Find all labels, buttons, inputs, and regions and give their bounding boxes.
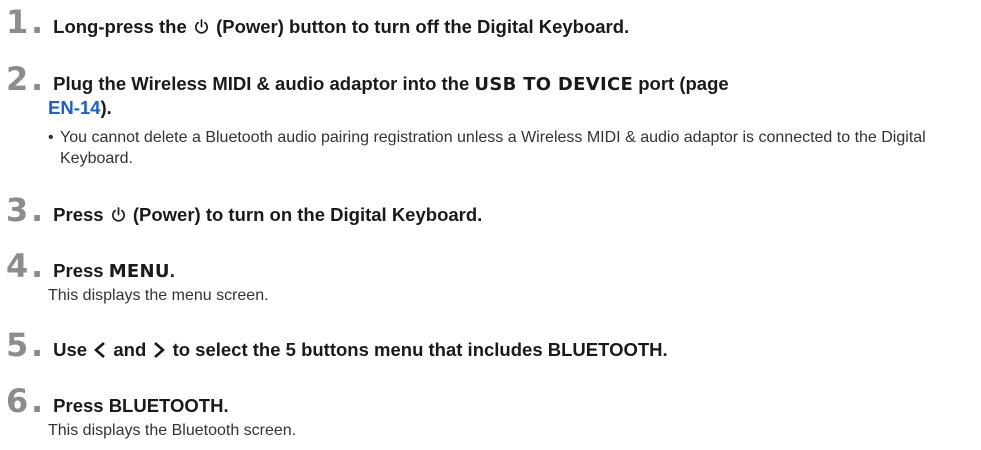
step-title: Use and to select the 5 buttons menu tha… <box>53 339 668 360</box>
step-number: 2 <box>6 60 29 98</box>
menu-label: MENU <box>108 261 170 282</box>
step-5: 5. Use and to select the 5 buttons menu … <box>6 326 668 364</box>
step-number: 1 <box>6 3 29 41</box>
step-title: Plug the Wireless MIDI & audio adaptor i… <box>53 73 729 95</box>
step-3: 3. Press (Power) to turn on the Digital … <box>6 191 483 229</box>
step-title: Press (Power) to turn on the Digital Key… <box>53 204 483 225</box>
step-note: This displays the Bluetooth screen. <box>48 422 297 439</box>
power-icon <box>111 207 125 222</box>
step-number: 3 <box>6 191 29 229</box>
step-4: 4. Press MENU. This displays the menu sc… <box>6 250 976 306</box>
step-2: 2. Plug the Wireless MIDI & audio adapto… <box>6 63 976 169</box>
step-note: This displays the menu screen. <box>48 287 269 304</box>
bullet-note: • You cannot delete a Bluetooth audio pa… <box>48 129 926 167</box>
step-title: Press MENU. <box>53 260 175 282</box>
step-title-continued: EN-14). <box>48 97 112 118</box>
power-icon <box>194 19 208 34</box>
usb-to-device-label: USB TO DEVICE <box>474 74 634 95</box>
step-title: Long-press the (Power) button to turn of… <box>53 16 630 37</box>
left-chevron-icon <box>94 342 106 358</box>
step-number: 5 <box>6 326 29 364</box>
step-number: 4 <box>6 247 29 285</box>
step-number: 6 <box>6 382 29 420</box>
step-title: Press BLUETOOTH. <box>53 395 229 416</box>
step-6: 6. Press BLUETOOTH. This displays the Bl… <box>6 385 976 441</box>
right-chevron-icon <box>154 342 166 358</box>
page-link[interactable]: EN-14 <box>48 97 100 118</box>
step-1: 1. Long-press the (Power) button to turn… <box>6 3 630 41</box>
